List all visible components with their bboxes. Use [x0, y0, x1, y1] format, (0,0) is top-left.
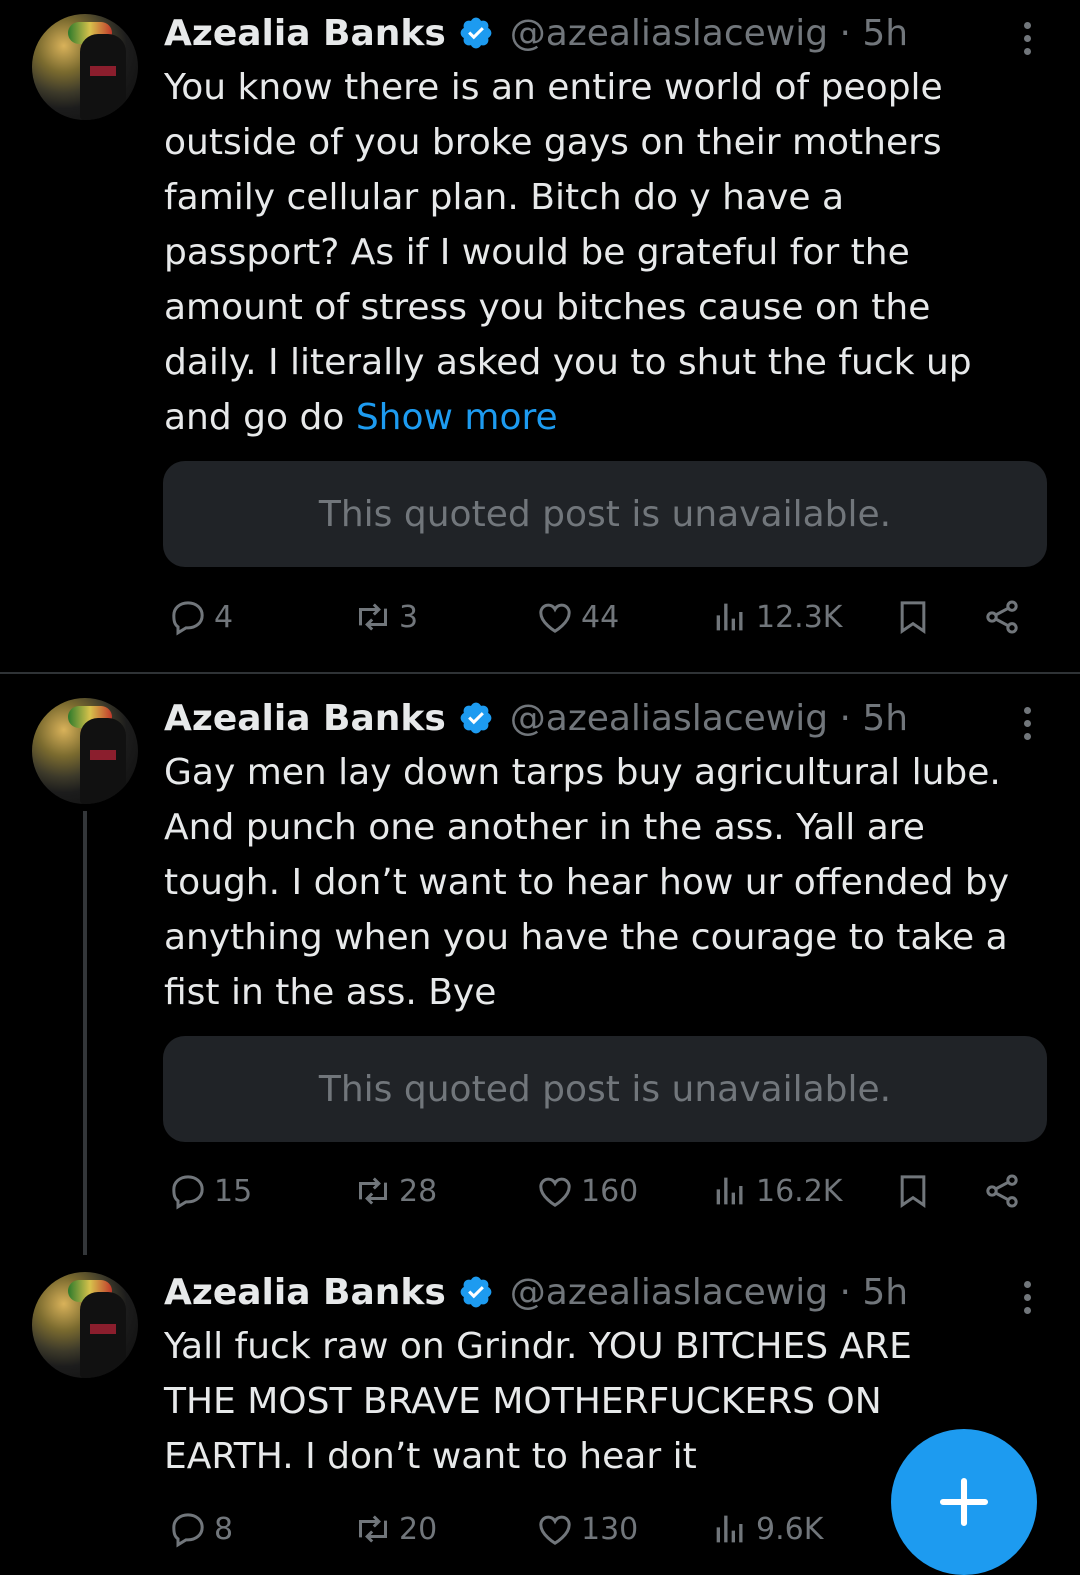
views-button[interactable]: 9.6K [710, 1509, 823, 1549]
views-count: 12.3K [756, 599, 843, 635]
like-button[interactable]: 160 [535, 1171, 638, 1211]
verified-badge-icon [460, 17, 492, 49]
tweet-text: You know there is an entire world of peo… [164, 60, 1044, 445]
tweet-header: Azealia Banks @azealiaslacewig · 5h [164, 696, 908, 740]
views-button[interactable]: 12.3K [710, 597, 842, 637]
share-icon [986, 1174, 1018, 1208]
avatar[interactable] [32, 1272, 138, 1378]
author-name[interactable]: Azealia Banks [164, 1272, 446, 1313]
views-icon [716, 603, 743, 631]
tweet-text-line: amount of stress you bitches cause on th… [164, 287, 931, 328]
reply-icon [172, 1175, 204, 1210]
avatar[interactable] [32, 698, 138, 804]
reply-button[interactable]: 15 [168, 1171, 252, 1211]
repost-button[interactable]: 3 [353, 597, 418, 637]
tweet-text: Gay men lay down tarps buy agricultural … [164, 745, 1044, 1020]
share-button[interactable] [982, 1171, 1022, 1211]
tweet-text-line: tough. I don’t want to hear how ur offen… [164, 862, 1010, 903]
repost-count: 3 [399, 599, 419, 635]
verified-badge-icon [460, 1276, 492, 1308]
bookmark-icon [900, 601, 926, 635]
like-count: 160 [581, 1173, 639, 1209]
compose-button[interactable] [891, 1429, 1037, 1575]
reply-button[interactable]: 8 [168, 1509, 233, 1549]
author-name[interactable]: Azealia Banks [164, 13, 446, 54]
author-handle-timestamp[interactable]: @azealiaslacewig · 5h [510, 13, 908, 54]
like-button[interactable]: 130 [535, 1509, 638, 1549]
show-more-link[interactable]: Show more [356, 397, 558, 438]
like-button[interactable]: 44 [535, 597, 619, 637]
views-count: 16.2K [756, 1173, 843, 1209]
quoted-post-unavailable: This quoted post is unavailable. [163, 461, 1047, 567]
tweet-text-line: family cellular plan. Bitch do y have a [164, 177, 845, 218]
verified-badge-icon [460, 702, 492, 734]
repost-count: 28 [399, 1173, 438, 1209]
tweet-text-line: daily. I literally asked you to shut the… [164, 342, 972, 383]
more-options-icon[interactable] [1016, 707, 1038, 740]
tweet-text-line: outside of you broke gays on their mothe… [164, 122, 942, 163]
compose-plus-icon [939, 1477, 989, 1527]
views-button[interactable]: 16.2K [710, 1171, 842, 1211]
tweet-header: Azealia Banks @azealiaslacewig · 5h [164, 11, 908, 55]
author-handle-timestamp[interactable]: @azealiaslacewig · 5h [510, 698, 908, 739]
tweet-text-line: Gay men lay down tarps buy agricultural … [164, 752, 1001, 793]
reply-count: 15 [214, 1173, 253, 1209]
more-options-icon[interactable] [1016, 22, 1038, 55]
reply-icon [172, 601, 204, 636]
reply-count: 8 [214, 1511, 234, 1547]
avatar[interactable] [32, 14, 138, 120]
author-name[interactable]: Azealia Banks [164, 698, 446, 739]
quoted-post-unavailable: This quoted post is unavailable. [163, 1036, 1047, 1142]
reply-icon [172, 1513, 204, 1548]
like-count: 130 [581, 1511, 639, 1547]
more-options-icon[interactable] [1016, 1281, 1038, 1314]
views-icon [716, 1177, 743, 1205]
tweet-text-line: anything when you have the courage to ta… [164, 917, 1008, 958]
repost-icon [359, 603, 387, 631]
author-handle-timestamp[interactable]: @azealiaslacewig · 5h [510, 1272, 908, 1313]
views-count: 9.6K [756, 1511, 824, 1547]
tweet-header: Azealia Banks @azealiaslacewig · 5h [164, 1270, 908, 1314]
tweet-text-line: THE MOST BRAVE MOTHERFUCKERS ON [164, 1381, 882, 1422]
tweet-1[interactable]: Azealia Banks @azealiaslacewig · 5h You … [0, 0, 1080, 672]
share-icon [986, 600, 1018, 634]
repost-count: 20 [399, 1511, 438, 1547]
like-icon [539, 1515, 571, 1545]
tweet-text-line: Yall fuck raw on Grindr. YOU BITCHES ARE [164, 1326, 912, 1367]
tweet-text-line: fist in the ass. Bye [164, 972, 497, 1013]
bookmark-icon [900, 1175, 926, 1209]
tweet-text-line: You know there is an entire world of peo… [164, 67, 943, 108]
tweet-actions: 4 3 44 12.3K [0, 597, 1080, 647]
tweet-actions: 15 28 160 16.2K [0, 1171, 1080, 1221]
repost-icon [359, 1177, 387, 1205]
like-icon [539, 1177, 571, 1207]
reply-button[interactable]: 4 [168, 597, 233, 637]
tweet-text-line: passport? As if I would be grateful for … [164, 232, 910, 273]
bookmark-button[interactable] [893, 1171, 933, 1211]
tweet-text-line: and go do [164, 397, 356, 438]
reply-count: 4 [214, 599, 234, 635]
repost-button[interactable]: 28 [353, 1171, 437, 1211]
tweet-2[interactable]: Azealia Banks @azealiaslacewig · 5h Gay … [0, 674, 1080, 1255]
repost-icon [359, 1515, 387, 1543]
share-button[interactable] [982, 597, 1022, 637]
tweet-text-line: And punch one another in the ass. Yall a… [164, 807, 925, 848]
repost-button[interactable]: 20 [353, 1509, 437, 1549]
like-icon [539, 603, 571, 633]
bookmark-button[interactable] [893, 597, 933, 637]
views-icon [716, 1515, 743, 1543]
like-count: 44 [581, 599, 620, 635]
